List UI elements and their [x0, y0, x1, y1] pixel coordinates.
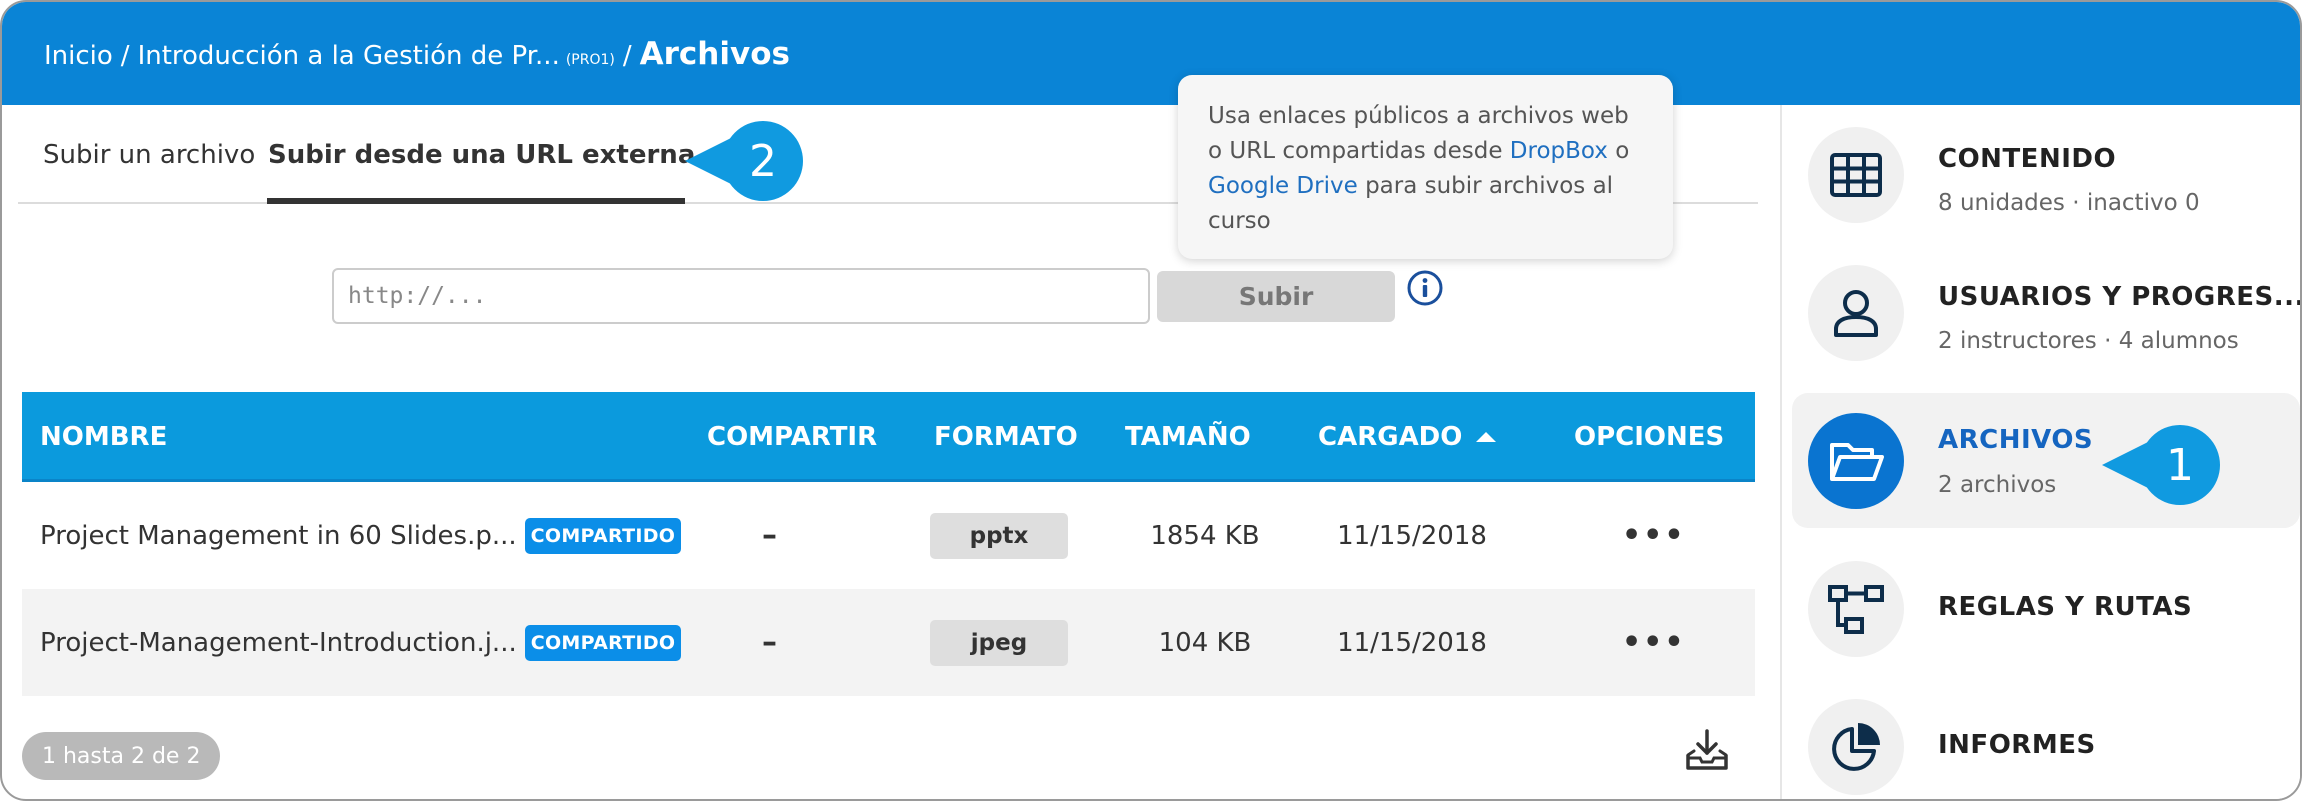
sidebar-item-title: CONTENIDO [1938, 144, 2117, 174]
active-tab-indicator [267, 198, 685, 204]
sidebar-item-files[interactable]: ARCHIVOS 2 archivos [1792, 393, 2300, 528]
side-icon-wrap [1808, 560, 1904, 657]
header-bar: Inicio / Introducción a la Gestión de Pr… [2, 2, 2300, 105]
sidebar-item-subtitle: 2 archivos [1938, 472, 2057, 498]
info-tooltip: Usa enlaces públicos a archivos web o UR… [1178, 75, 1673, 259]
url-upload-row: Subir [2, 268, 1780, 328]
breadcrumb-current: Archivos [639, 35, 790, 72]
format-badge: pptx [930, 512, 1068, 559]
sort-ascending-icon [1476, 432, 1497, 442]
breadcrumb-course-code: (PRO1) [565, 51, 615, 68]
table-header: NOMBRE COMPARTIR FORMATO TAMAÑO CARGADO … [22, 392, 1755, 482]
sidebar-item-title: REGLAS Y RUTAS [1938, 592, 2193, 622]
user-icon [1834, 289, 1878, 337]
folder-open-icon [1830, 442, 1884, 481]
column-header-share[interactable]: COMPARTIR [707, 392, 877, 482]
file-name-cell: Project Management in 60 Slides.p... COM… [40, 482, 682, 589]
files-table: NOMBRE COMPARTIR FORMATO TAMAÑO CARGADO … [22, 392, 1755, 696]
callout-marker-1: 1 [2102, 425, 2220, 505]
breadcrumb-home[interactable]: Inicio [44, 41, 113, 71]
more-options-icon[interactable]: ••• [1622, 482, 1686, 589]
file-name-cell: Project-Management-Introduction.j... COM… [40, 589, 682, 696]
side-icon-wrap [1808, 264, 1904, 361]
tooltip-link-dropbox[interactable]: DropBox [1510, 138, 1608, 164]
callout-number: 2 [749, 135, 777, 187]
column-header-loaded[interactable]: CARGADO [1318, 392, 1497, 482]
breadcrumb-separator: / [120, 40, 130, 71]
more-options-icon[interactable]: ••• [1622, 589, 1686, 696]
format-cell: jpeg [930, 589, 1068, 696]
tooltip-link-google-drive[interactable]: Google Drive [1208, 173, 1358, 199]
url-input[interactable] [332, 268, 1150, 324]
pie-chart-icon [1832, 722, 1880, 771]
sidebar-item-subtitle: 2 instructores · 4 alumnos [1938, 328, 2239, 354]
column-header-loaded-label: CARGADO [1318, 422, 1463, 452]
file-size: 1854 KB [1150, 520, 1260, 551]
callout-marker-2: 2 [685, 121, 803, 201]
side-icon-wrap [1808, 412, 1904, 509]
grid-icon [1830, 152, 1882, 197]
sidebar-item-rules[interactable]: REGLAS Y RUTAS [1792, 541, 2300, 676]
column-header-format[interactable]: FORMATO [934, 392, 1078, 482]
file-size: 104 KB [1158, 627, 1252, 658]
table-row[interactable]: Project Management in 60 Slides.p... COM… [22, 482, 1755, 589]
app-frame: Inicio / Introducción a la Gestión de Pr… [0, 0, 2302, 801]
info-circle-icon[interactable] [1405, 268, 1445, 308]
sidebar-item-title: INFORMES [1938, 730, 2096, 760]
column-header-size[interactable]: TAMAÑO [1125, 392, 1251, 482]
sidebar-item-users[interactable]: USUARIOS Y PROGRES... 2 instructores · 4… [1792, 245, 2300, 380]
file-name[interactable]: Project Management in 60 Slides.p... [40, 521, 517, 551]
side-icon-wrap [1808, 698, 1904, 795]
upload-date: 11/15/2018 [1337, 520, 1487, 551]
upload-date: 11/15/2018 [1337, 627, 1487, 658]
tab-upload-url[interactable]: Subir desde una URL externa [268, 105, 695, 204]
shared-badge: COMPARTIDO [524, 517, 682, 554]
sidebar-item-subtitle: 8 unidades · inactivo 0 [1938, 190, 2200, 216]
column-header-options: OPCIONES [1574, 422, 1725, 452]
sidebar-item-content[interactable]: CONTENIDO 8 unidades · inactivo 0 [1792, 107, 2300, 242]
tab-upload-file[interactable]: Subir un archivo [43, 105, 255, 204]
sidebar-item-reports[interactable]: INFORMES [1792, 679, 2300, 799]
upload-button[interactable]: Subir [1157, 271, 1395, 322]
course-sidebar: CONTENIDO 8 unidades · inactivo 0 USUARI… [1780, 105, 2300, 799]
format-cell: pptx [930, 482, 1068, 589]
breadcrumb: Inicio / Introducción a la Gestión de Pr… [44, 36, 790, 72]
breadcrumb-course[interactable]: Introducción a la Gestión de Pr... [138, 41, 560, 71]
sidebar-item-title: ARCHIVOS [1938, 425, 2094, 455]
side-icon-wrap [1808, 126, 1904, 223]
shared-badge: COMPARTIDO [524, 624, 682, 661]
file-name[interactable]: Project-Management-Introduction.j... [40, 628, 517, 658]
share-toggle[interactable]: – [762, 482, 777, 589]
pagination-info: 1 hasta 2 de 2 [22, 732, 221, 780]
share-toggle[interactable]: – [762, 589, 777, 696]
column-header-name[interactable]: NOMBRE [40, 392, 167, 482]
callout-number: 1 [2166, 439, 2194, 491]
format-badge: jpeg [930, 619, 1068, 666]
breadcrumb-separator: / [622, 40, 632, 71]
table-row[interactable]: Project-Management-Introduction.j... COM… [22, 589, 1755, 696]
tooltip-text: o [1615, 138, 1630, 164]
download-icon[interactable] [1682, 725, 1732, 775]
flow-icon [1828, 584, 1884, 634]
sidebar-item-title: USUARIOS Y PROGRES... [1938, 282, 2302, 312]
